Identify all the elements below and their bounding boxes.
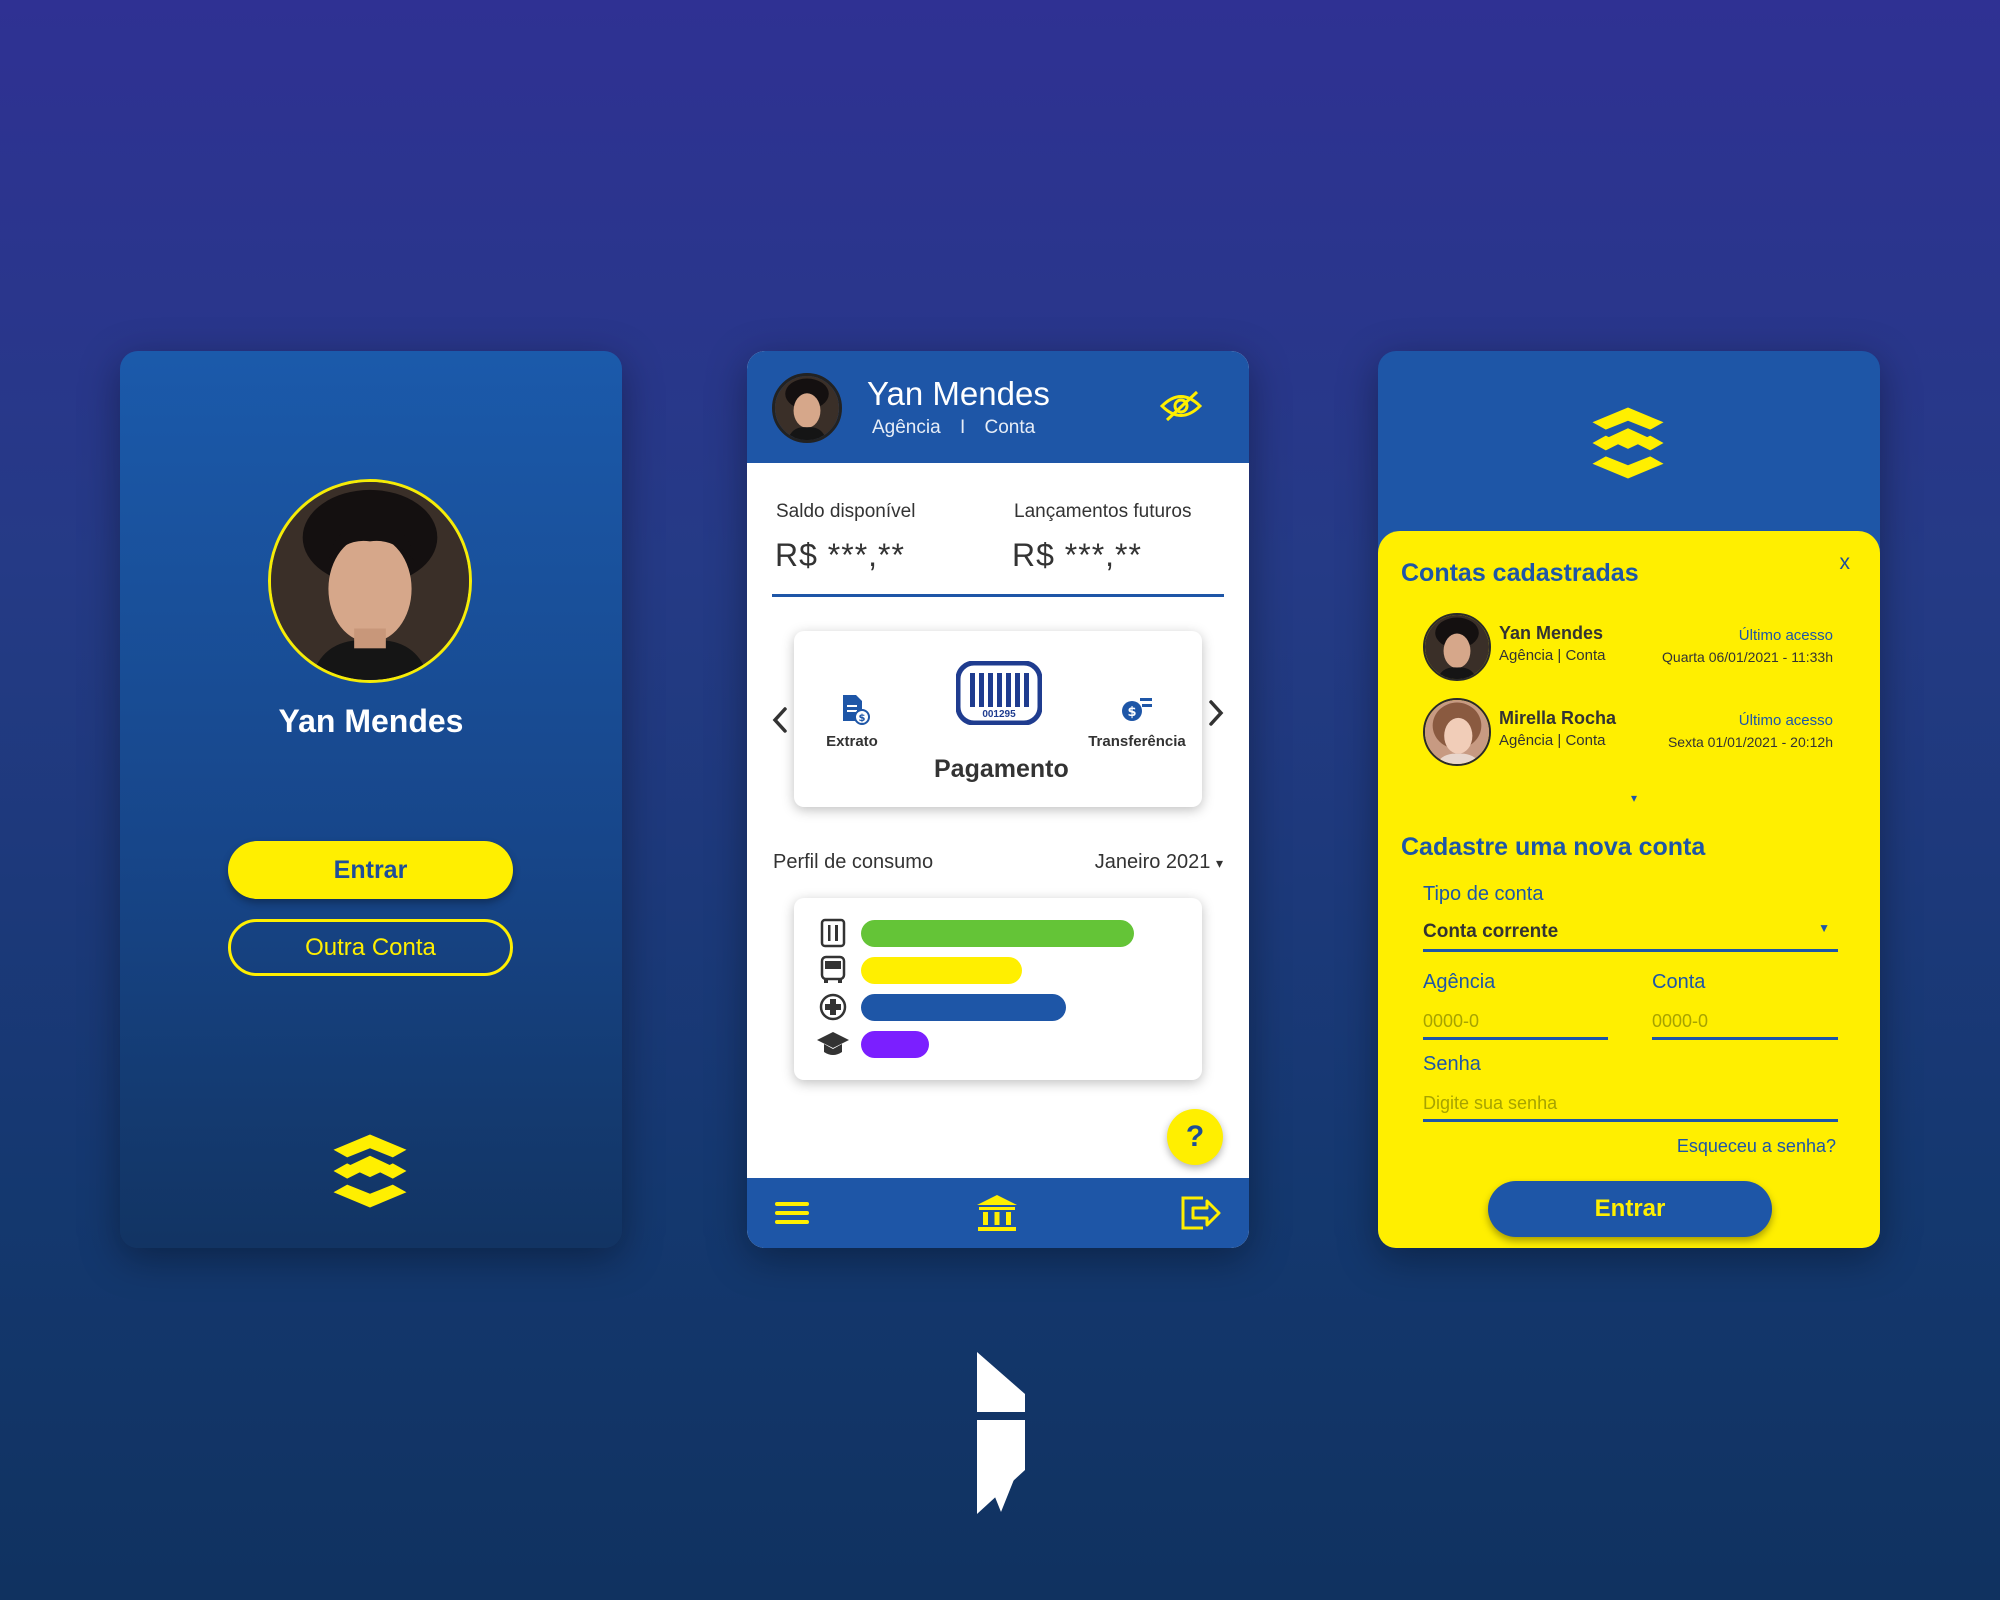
bank-logo-icon xyxy=(1592,407,1664,479)
accounts-screen: x Contas cadastradas Yan Mendes Agência … xyxy=(1378,351,1880,1248)
restaurant-icon xyxy=(820,918,846,948)
account-name: Yan Mendes xyxy=(1499,623,1604,643)
health-icon xyxy=(819,993,847,1021)
month-selector[interactable]: Janeiro 2021 ▾ xyxy=(1095,851,1223,874)
statement-icon: $ xyxy=(843,695,870,725)
payment-label: Pagamento xyxy=(934,755,1069,783)
password-placeholder: Digite sua senha xyxy=(1423,1093,1558,1113)
bottom-nav xyxy=(747,1178,1249,1248)
forgot-password-link[interactable]: Esqueceu a senha? xyxy=(1677,1136,1836,1157)
show-more-icon[interactable]: ▾ xyxy=(1631,791,1637,805)
enter-button[interactable]: Entrar xyxy=(1488,1181,1772,1237)
field-underline xyxy=(1423,949,1838,952)
hide-balance-eye-icon[interactable] xyxy=(1159,389,1203,423)
consumption-bar xyxy=(861,920,1134,947)
agency-placeholder: 0000-0 xyxy=(1423,1011,1480,1031)
graduation-cap-icon xyxy=(817,1032,849,1055)
home-screen: Yan Mendes Agência I Conta Saldo disponí… xyxy=(747,351,1249,1248)
user-name: Yan Mendes xyxy=(278,703,464,739)
svg-text:$: $ xyxy=(1127,705,1136,720)
agency-label: Agência xyxy=(1423,971,1496,993)
account-sub: Agência | Conta xyxy=(1499,732,1606,749)
account-type-value: Conta corrente xyxy=(1423,921,1559,942)
account-type-select[interactable]: Conta corrente ▼ xyxy=(1423,919,1838,953)
last-access-label: Último acesso xyxy=(1738,712,1833,729)
consumption-profile-label: Perfil de consumo xyxy=(773,851,934,873)
divider xyxy=(772,594,1224,597)
consumption-bar xyxy=(861,1031,929,1058)
account-placeholder: 0000-0 xyxy=(1652,1011,1709,1031)
payment-action[interactable]: 001295 Pagamento xyxy=(914,661,1084,801)
login-screen: Yan Mendes Entrar Outra Conta xyxy=(120,351,622,1248)
consumption-bar xyxy=(861,994,1066,1021)
account-field[interactable]: 0000-0 xyxy=(1652,1007,1838,1041)
statement-action[interactable]: $ Extrato xyxy=(812,693,892,753)
last-access-value: Quarta 06/01/2021 - 11:33h xyxy=(1662,649,1833,665)
account-label: Conta xyxy=(1652,971,1706,993)
header-agency-account: Agência I Conta xyxy=(872,417,1035,439)
agency-label: Agência xyxy=(872,417,941,438)
account-item[interactable]: Mirella Rocha Agência | Conta Último ace… xyxy=(1423,698,1843,768)
accounts-panel: x Contas cadastradas Yan Mendes Agência … xyxy=(1378,531,1880,1248)
available-balance-label: Saldo disponível xyxy=(776,501,916,522)
transfer-label: Transferência xyxy=(1088,733,1186,750)
dropdown-icon: ▾ xyxy=(1215,855,1223,871)
separator: I xyxy=(959,417,966,438)
enter-button[interactable]: Entrar xyxy=(228,841,513,899)
available-balance-value: R$ ***,** xyxy=(775,537,905,573)
avatar xyxy=(1423,613,1491,681)
account-label: Conta xyxy=(984,417,1036,438)
consumption-chart xyxy=(794,898,1202,1080)
field-underline xyxy=(1423,1119,1838,1122)
registered-accounts-title: Contas cadastradas xyxy=(1401,559,1639,587)
statement-label: Extrato xyxy=(826,733,878,750)
bus-icon xyxy=(820,955,846,983)
avatar xyxy=(1423,698,1491,766)
avatar xyxy=(268,479,472,683)
password-field[interactable]: Digite sua senha xyxy=(1423,1089,1838,1123)
chevron-down-icon: ▼ xyxy=(1818,921,1830,935)
account-type-label: Tipo de conta xyxy=(1423,883,1544,905)
actions-carousel: $ Extrato 001295 Pagamento $ Transferênc… xyxy=(794,631,1202,807)
svg-text:$: $ xyxy=(859,713,866,724)
help-button[interactable]: ? xyxy=(1167,1109,1223,1165)
account-name: Mirella Rocha xyxy=(1499,708,1617,728)
transfer-icon: $ xyxy=(1122,698,1152,721)
logout-icon[interactable] xyxy=(1179,1192,1223,1234)
transfer-action[interactable]: $ Transferência xyxy=(1082,693,1192,753)
barcode-code: 001295 xyxy=(982,709,1016,720)
bank-logo-icon xyxy=(333,1134,407,1208)
consumption-bar xyxy=(861,957,1022,984)
home-header: Yan Mendes Agência I Conta xyxy=(747,351,1249,463)
month-value: Janeiro 2021 xyxy=(1094,851,1211,873)
brand-mark-icon xyxy=(977,1352,1025,1514)
future-entries-label: Lançamentos futuros xyxy=(1014,501,1192,522)
account-item[interactable]: Yan Mendes Agência | Conta Último acesso… xyxy=(1423,613,1843,683)
field-underline xyxy=(1423,1037,1608,1040)
menu-icon[interactable] xyxy=(771,1192,815,1234)
last-access-value: Sexta 01/01/2021 - 20:12h xyxy=(1667,734,1833,750)
avatar[interactable] xyxy=(772,373,842,443)
future-entries-value: R$ ***,** xyxy=(1012,537,1142,573)
close-button[interactable]: x xyxy=(1840,551,1851,575)
password-label: Senha xyxy=(1423,1053,1481,1075)
other-account-button[interactable]: Outra Conta xyxy=(228,919,513,976)
bank-icon[interactable] xyxy=(975,1192,1019,1234)
chevron-left-icon[interactable] xyxy=(769,706,791,734)
last-access-label: Último acesso xyxy=(1738,627,1833,644)
chevron-right-icon[interactable] xyxy=(1205,699,1227,727)
header-user-name: Yan Mendes xyxy=(867,375,1050,412)
field-underline xyxy=(1652,1037,1838,1040)
agency-field[interactable]: 0000-0 xyxy=(1423,1007,1608,1041)
account-sub: Agência | Conta xyxy=(1499,647,1606,664)
new-account-title: Cadastre uma nova conta xyxy=(1401,833,1706,861)
